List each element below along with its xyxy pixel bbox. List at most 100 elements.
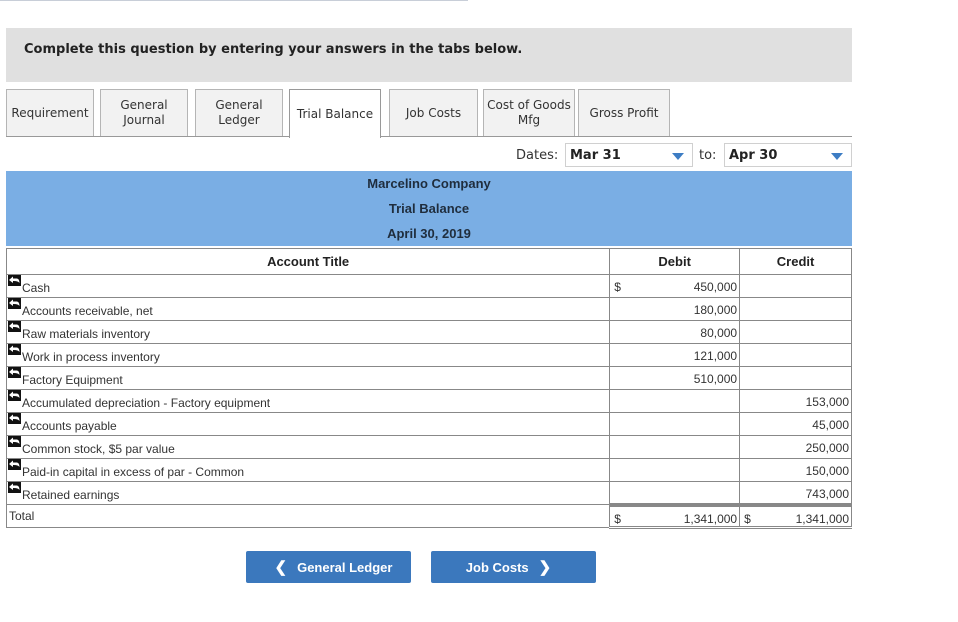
chevron-down-icon xyxy=(672,153,684,160)
debit-amount: 510,000 xyxy=(693,372,738,386)
account-title: Factory Equipment xyxy=(22,373,123,387)
table-row: Retained earnings 743,000 xyxy=(5,481,852,505)
total-debit: 1,341,000 xyxy=(683,511,738,526)
credit-cell: 250,000 xyxy=(739,435,852,459)
dates-label: Dates: xyxy=(516,148,559,163)
table-row: Accounts payable 45,000 xyxy=(5,412,852,436)
tab-gross-profit[interactable]: Gross Profit xyxy=(578,89,670,136)
top-divider xyxy=(0,0,468,1)
reply-arrow-icon[interactable] xyxy=(8,413,21,424)
credit-cell xyxy=(739,343,852,367)
table-row: Factory Equipment 510,000 xyxy=(5,366,852,390)
credit-amount: 743,000 xyxy=(805,487,849,501)
debit-cell: 121,000 xyxy=(609,343,741,367)
account-cell: Paid-in capital in excess of par - Commo… xyxy=(5,458,611,482)
total-credit: 1,341,000 xyxy=(795,511,849,526)
table-row: Accumulated depreciation - Factory equip… xyxy=(5,389,852,413)
debit-cell xyxy=(609,481,741,505)
reply-arrow-icon[interactable] xyxy=(8,390,21,401)
reply-arrow-icon[interactable] xyxy=(8,367,21,378)
credit-cell: 150,000 xyxy=(739,458,852,482)
credit-cell xyxy=(739,320,852,344)
reply-arrow-icon[interactable] xyxy=(8,482,21,493)
tab-job-costs[interactable]: Job Costs xyxy=(389,89,478,136)
debit-cell xyxy=(609,412,741,436)
next-button-label: Job Costs xyxy=(465,559,529,575)
to-label: to: xyxy=(699,148,717,163)
date-from-select[interactable]: Mar 31 xyxy=(565,143,693,167)
account-title: Common stock, $5 par value xyxy=(22,442,175,456)
account-cell: Raw materials inventory xyxy=(5,320,611,344)
debit-cell: $450,000 xyxy=(609,274,741,298)
account-cell: Accumulated depreciation - Factory equip… xyxy=(5,389,611,413)
debit-amount: 180,000 xyxy=(693,303,738,317)
account-cell: Common stock, $5 par value xyxy=(5,435,611,459)
account-title: Accounts receivable, net xyxy=(22,304,153,318)
tab-general-journal[interactable]: General Journal xyxy=(100,89,188,136)
debit-cell xyxy=(609,458,741,482)
total-row: Total $ 1,341,000 $ 1,341,000 xyxy=(5,502,852,529)
credit-cell: 743,000 xyxy=(739,481,852,505)
column-header-credit: Credit xyxy=(739,248,852,275)
reply-arrow-icon[interactable] xyxy=(8,275,21,286)
chevron-down-icon xyxy=(831,153,843,160)
debit-amount: 80,000 xyxy=(700,326,738,340)
table-row: Paid-in capital in excess of par - Commo… xyxy=(5,458,852,482)
reply-arrow-icon[interactable] xyxy=(8,436,21,447)
report-title: Trial Balance xyxy=(388,201,470,216)
debit-cell xyxy=(609,435,741,459)
debit-cell xyxy=(609,389,741,413)
dollar-sign: $ xyxy=(614,280,621,294)
tab-bar-baseline xyxy=(6,136,852,137)
date-to-value: Apr 30 xyxy=(729,148,778,163)
account-cell: Retained earnings xyxy=(5,481,611,505)
table-row: Cash $450,000 xyxy=(5,274,852,298)
tab-cost-of-goods-mfg[interactable]: Cost of Goods Mfg xyxy=(483,89,575,136)
reply-arrow-icon[interactable] xyxy=(8,298,21,309)
table-header-row: Account Title Debit Credit xyxy=(5,248,852,275)
next-job-costs-button[interactable]: Job Costs ❯ xyxy=(431,551,596,583)
account-cell: Cash xyxy=(5,274,611,298)
column-header-account: Account Title xyxy=(5,248,611,275)
total-credit-cell: $ 1,341,000 xyxy=(739,502,852,529)
chevron-left-icon: ❮ xyxy=(274,559,288,576)
company-name: Marcelino Company xyxy=(367,176,491,191)
column-header-debit: Debit xyxy=(609,248,741,275)
account-title: Work in process inventory xyxy=(22,350,160,364)
debit-amount: 450,000 xyxy=(693,280,738,294)
dollar-sign: $ xyxy=(614,511,621,526)
account-cell: Factory Equipment xyxy=(5,366,611,390)
date-from-value: Mar 31 xyxy=(570,148,621,163)
prev-button-label: General Ledger xyxy=(297,559,393,575)
table-row: Common stock, $5 par value 250,000 xyxy=(5,435,852,459)
tab-general-ledger[interactable]: General Ledger xyxy=(195,89,283,136)
reply-arrow-icon[interactable] xyxy=(8,459,21,470)
instruction-text: Complete this question by entering your … xyxy=(24,42,523,57)
instruction-banner: Complete this question by entering your … xyxy=(6,28,852,82)
table-row: Work in process inventory 121,000 xyxy=(5,343,852,367)
tab-trial-balance[interactable]: Trial Balance xyxy=(289,89,381,138)
credit-cell: 153,000 xyxy=(739,389,852,413)
table-row: Raw materials inventory 80,000 xyxy=(5,320,852,344)
reply-arrow-icon[interactable] xyxy=(8,321,21,332)
reply-arrow-icon[interactable] xyxy=(8,344,21,355)
tab-requirement[interactable]: Requirement xyxy=(6,89,94,136)
dollar-sign: $ xyxy=(744,511,751,526)
credit-amount: 45,000 xyxy=(812,418,849,432)
credit-amount: 250,000 xyxy=(805,441,849,455)
chevron-right-icon: ❯ xyxy=(538,559,552,576)
account-cell: Work in process inventory xyxy=(5,343,611,367)
trial-balance-table: Account Title Debit Credit Cash $450,000 A… xyxy=(5,248,852,529)
account-title: Accounts payable xyxy=(22,419,117,433)
report-date: April 30, 2019 xyxy=(387,226,471,241)
credit-cell xyxy=(739,366,852,390)
prev-general-ledger-button[interactable]: ❮ General Ledger xyxy=(246,551,411,583)
credit-cell xyxy=(739,297,852,321)
debit-amount: 121,000 xyxy=(693,349,738,363)
tab-bar: Requirement General Journal General Ledg… xyxy=(6,89,852,138)
account-cell: Accounts payable xyxy=(5,412,611,436)
date-to-select[interactable]: Apr 30 xyxy=(724,143,852,167)
credit-cell xyxy=(739,274,852,298)
report-header: Marcelino Company Trial Balance April 30… xyxy=(6,171,852,246)
total-debit-cell: $ 1,341,000 xyxy=(609,502,741,529)
